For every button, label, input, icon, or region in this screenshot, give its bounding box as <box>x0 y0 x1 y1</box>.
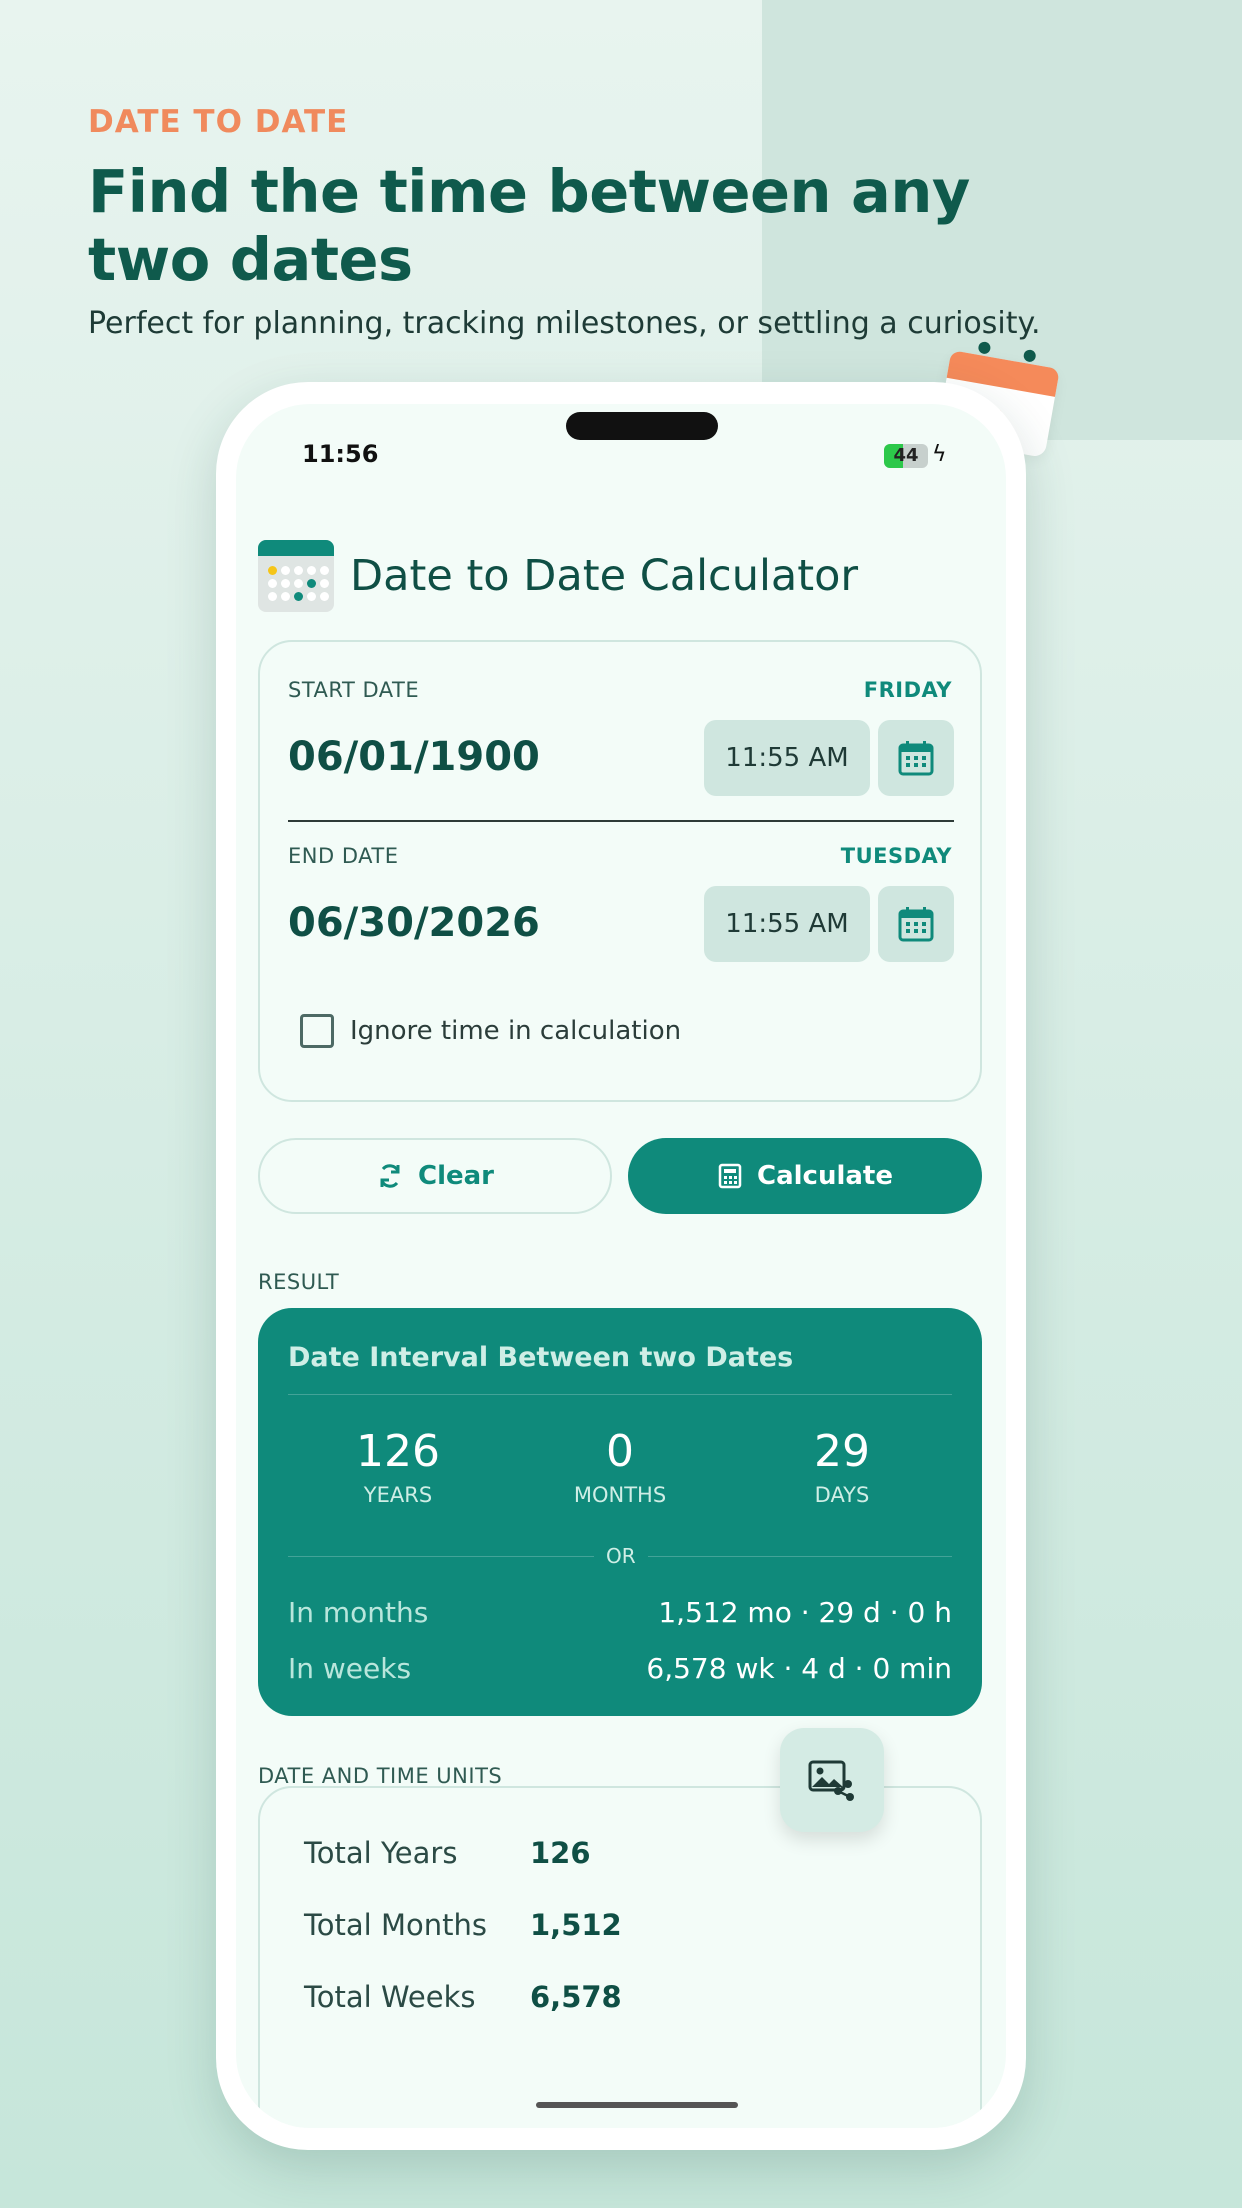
years-stat: 126 YEARS <box>288 1426 508 1507</box>
units-row-value: 6,578 <box>530 1980 622 2014</box>
start-date-label: START DATE <box>288 678 420 702</box>
start-date-field[interactable]: 06/01/1900 <box>288 734 540 780</box>
promo-eyebrow: DATE TO DATE <box>88 104 349 140</box>
units-row-label: Total Weeks <box>304 1980 476 2014</box>
units-section-label: DATE AND TIME UNITS <box>258 1764 503 1788</box>
dynamic-island <box>566 412 718 440</box>
end-time-button[interactable]: 11:55 AM <box>704 886 870 962</box>
clear-label: Clear <box>418 1161 494 1191</box>
charging-bolt-icon: ϟ <box>932 442 947 467</box>
start-weekday: FRIDAY <box>863 678 952 702</box>
end-calendar-button[interactable] <box>878 886 954 962</box>
home-indicator <box>536 2102 738 2108</box>
app-title: Date to Date Calculator <box>350 551 859 601</box>
end-date-field[interactable]: 06/30/2026 <box>288 900 540 946</box>
ignore-time-row[interactable]: Ignore time in calculation <box>300 1014 681 1048</box>
in-months-value: 1,512 mo · 29 d · 0 h <box>658 1596 952 1629</box>
units-row-value: 126 <box>530 1836 591 1870</box>
battery-icon: 44 <box>884 444 928 468</box>
result-section-label: RESULT <box>258 1270 340 1294</box>
promo-subhead: Perfect for planning, tracking milestone… <box>88 306 1041 341</box>
months-value: 0 <box>606 1426 634 1477</box>
months-label: MONTHS <box>573 1483 667 1507</box>
or-label: OR <box>594 1544 648 1568</box>
in-months-row: In months 1,512 mo · 29 d · 0 h <box>288 1596 952 1629</box>
units-row-label: Total Years <box>304 1836 458 1870</box>
share-image-button[interactable] <box>780 1728 884 1832</box>
app-header: Date to Date Calculator <box>258 540 858 612</box>
units-row: Total Years 126 <box>304 1836 591 1870</box>
promo-headline: Find the time between any two dates <box>88 157 970 294</box>
calculator-icon <box>717 1163 743 1189</box>
date-input-card: START DATE FRIDAY 06/01/1900 11:55 AM EN… <box>258 640 982 1102</box>
days-value: 29 <box>814 1426 870 1477</box>
units-row-label: Total Months <box>304 1908 487 1942</box>
calculate-label: Calculate <box>757 1161 893 1191</box>
months-stat: 0 MONTHS <box>510 1426 730 1507</box>
in-weeks-value: 6,578 wk · 4 d · 0 min <box>646 1652 952 1685</box>
phone-frame: 11:56 44 ϟ Date to Date Calculator START… <box>216 382 1026 2150</box>
in-months-label: In months <box>288 1596 429 1629</box>
years-value: 126 <box>356 1426 440 1477</box>
status-time: 11:56 <box>302 440 379 468</box>
end-date-label: END DATE <box>288 844 399 868</box>
calendar-icon <box>898 741 934 776</box>
result-card: Date Interval Between two Dates 126 YEAR… <box>258 1308 982 1716</box>
battery-level: 44 <box>893 445 919 466</box>
calculate-button[interactable]: Calculate <box>628 1138 982 1214</box>
calendar-icon <box>898 907 934 942</box>
ignore-time-label: Ignore time in calculation <box>350 1016 682 1046</box>
date-divider <box>288 820 954 822</box>
start-calendar-button[interactable] <box>878 720 954 796</box>
days-label: DAYS <box>814 1483 870 1507</box>
years-label: YEARS <box>363 1483 433 1507</box>
in-weeks-row: In weeks 6,578 wk · 4 d · 0 min <box>288 1652 952 1685</box>
calendar-app-icon <box>258 540 334 612</box>
units-card: Total Years 126 Total Months 1,512 Total… <box>258 1786 982 2128</box>
refresh-icon <box>376 1162 404 1190</box>
ignore-time-checkbox[interactable] <box>300 1014 334 1048</box>
units-row: Total Months 1,512 <box>304 1908 622 1942</box>
units-row-value: 1,512 <box>530 1908 622 1942</box>
result-divider <box>288 1394 952 1395</box>
days-stat: 29 DAYS <box>732 1426 952 1507</box>
result-title: Date Interval Between two Dates <box>288 1342 794 1373</box>
start-time-button[interactable]: 11:55 AM <box>704 720 870 796</box>
end-weekday: TUESDAY <box>840 844 952 868</box>
app-screen: 11:56 44 ϟ Date to Date Calculator START… <box>236 404 1006 2128</box>
image-share-icon <box>808 1760 854 1801</box>
units-row: Total Weeks 6,578 <box>304 1980 622 2014</box>
clear-button[interactable]: Clear <box>258 1138 612 1214</box>
in-weeks-label: In weeks <box>288 1652 412 1685</box>
